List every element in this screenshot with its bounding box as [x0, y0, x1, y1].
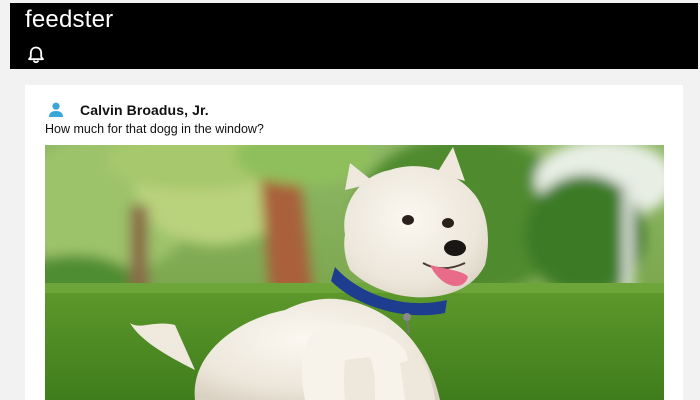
app-logo[interactable]: feedster — [25, 5, 113, 35]
bell-icon[interactable] — [26, 45, 46, 65]
app-frame: feedster Calvin Broadus, Jr. How much fo… — [0, 0, 700, 400]
author-name[interactable]: Calvin Broadus, Jr. — [80, 102, 209, 118]
person-icon[interactable] — [47, 101, 65, 119]
post-text: How much for that dogg in the window? — [45, 122, 264, 136]
top-nav-bar: feedster — [10, 3, 698, 69]
post-image[interactable] — [45, 145, 664, 400]
post-card: Calvin Broadus, Jr. How much for that do… — [25, 85, 683, 400]
post-author-row: Calvin Broadus, Jr. — [47, 101, 209, 119]
